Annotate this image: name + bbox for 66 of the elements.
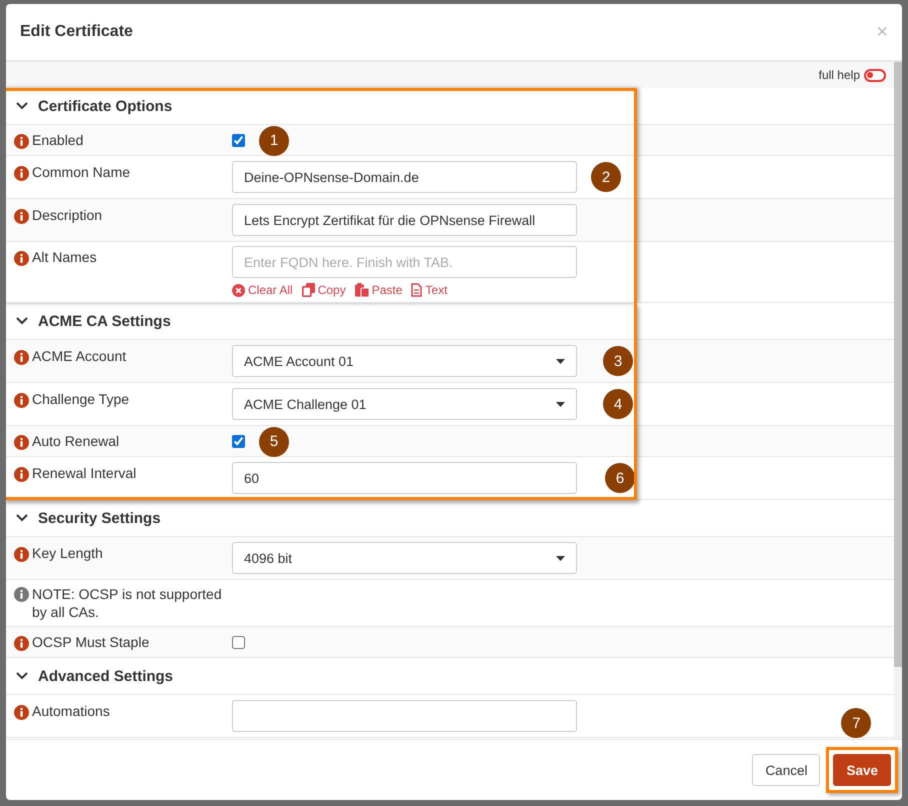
section-title: ACME CA Settings [38,312,171,330]
dropdown[interactable]: ACME Account 01 [232,345,577,377]
cancel-button[interactable]: Cancel [752,754,820,786]
caret-icon [556,556,565,560]
chevron-down-icon[interactable] [16,317,28,325]
info-icon[interactable] [14,209,29,224]
info-icon[interactable] [14,166,29,181]
note-text: NOTE: OCSP is not supported by all CAs. [32,585,223,621]
toggle-switch[interactable] [864,68,886,82]
section-title: Security Settings [38,510,161,526]
field-label: Challenge Type [32,391,130,408]
input-field[interactable]: 60 [232,462,577,494]
input-field[interactable]: Deine-OPNsense-Domain.de [232,161,577,193]
number-badge: 4 [603,389,633,419]
field-label: Renewal Interval [32,465,136,482]
field-label: ACME Account [32,348,126,365]
dropdown[interactable]: 4096 bit [232,542,577,574]
dialog-title: Edit Certificate [20,23,133,41]
number-badge: 1 [259,126,289,156]
info-icon[interactable] [14,467,29,482]
caret-icon [556,402,565,406]
info-icon[interactable] [14,251,29,266]
action-link[interactable]: Clear All [232,283,293,297]
input-field[interactable] [232,700,577,732]
info-icon[interactable] [14,705,29,720]
field-label: Automations [32,703,110,720]
field-label: Enabled [32,132,84,149]
copy-icon [302,283,315,297]
action-link[interactable]: Paste [354,283,402,297]
info-icon[interactable] [14,134,29,149]
checkbox[interactable] [232,435,245,448]
input-field[interactable]: Lets Encrypt Zertifikat für die OPNsense Firewall [232,204,577,236]
field-label: OCSP Must Staple [32,634,150,651]
number-badge: 5 [259,426,289,456]
chevron-down-icon[interactable] [16,672,28,680]
input-field[interactable]: Enter FQDN here. Finish with TAB. [232,246,577,278]
chevron-down-icon[interactable] [16,514,28,522]
info-icon[interactable] [14,350,29,365]
paste-icon [354,283,369,297]
number-badge: 2 [591,162,621,192]
dropdown[interactable]: ACME Challenge 01 [232,388,577,420]
number-badge: 3 [603,346,633,376]
info-icon[interactable] [14,547,29,562]
action-link[interactable]: Copy [302,283,346,297]
section-title: Certificate Options [38,98,172,114]
info-icon[interactable] [14,393,29,408]
help-label: full help [818,68,860,82]
checkbox[interactable] [232,134,245,147]
chevron-down-icon[interactable] [16,102,28,110]
field-label: Description [32,207,102,224]
field-label: Key Length [32,545,103,562]
field-label: Alt Names [32,249,97,266]
save-button[interactable]: Save [833,754,891,786]
checkbox[interactable] [232,636,245,649]
caret-icon [556,358,565,364]
field-label: Common Name [32,164,130,181]
info-icon[interactable] [14,587,29,602]
info-icon[interactable] [14,435,29,450]
action-link[interactable]: Text [411,283,448,297]
document-icon [411,283,422,297]
field-label: Auto Renewal [32,433,120,450]
section-title: Advanced Settings [38,668,174,684]
number-badge: 6 [605,463,635,493]
scrollbar[interactable] [894,62,902,739]
clear-icon [232,284,245,296]
info-icon[interactable] [14,636,29,651]
